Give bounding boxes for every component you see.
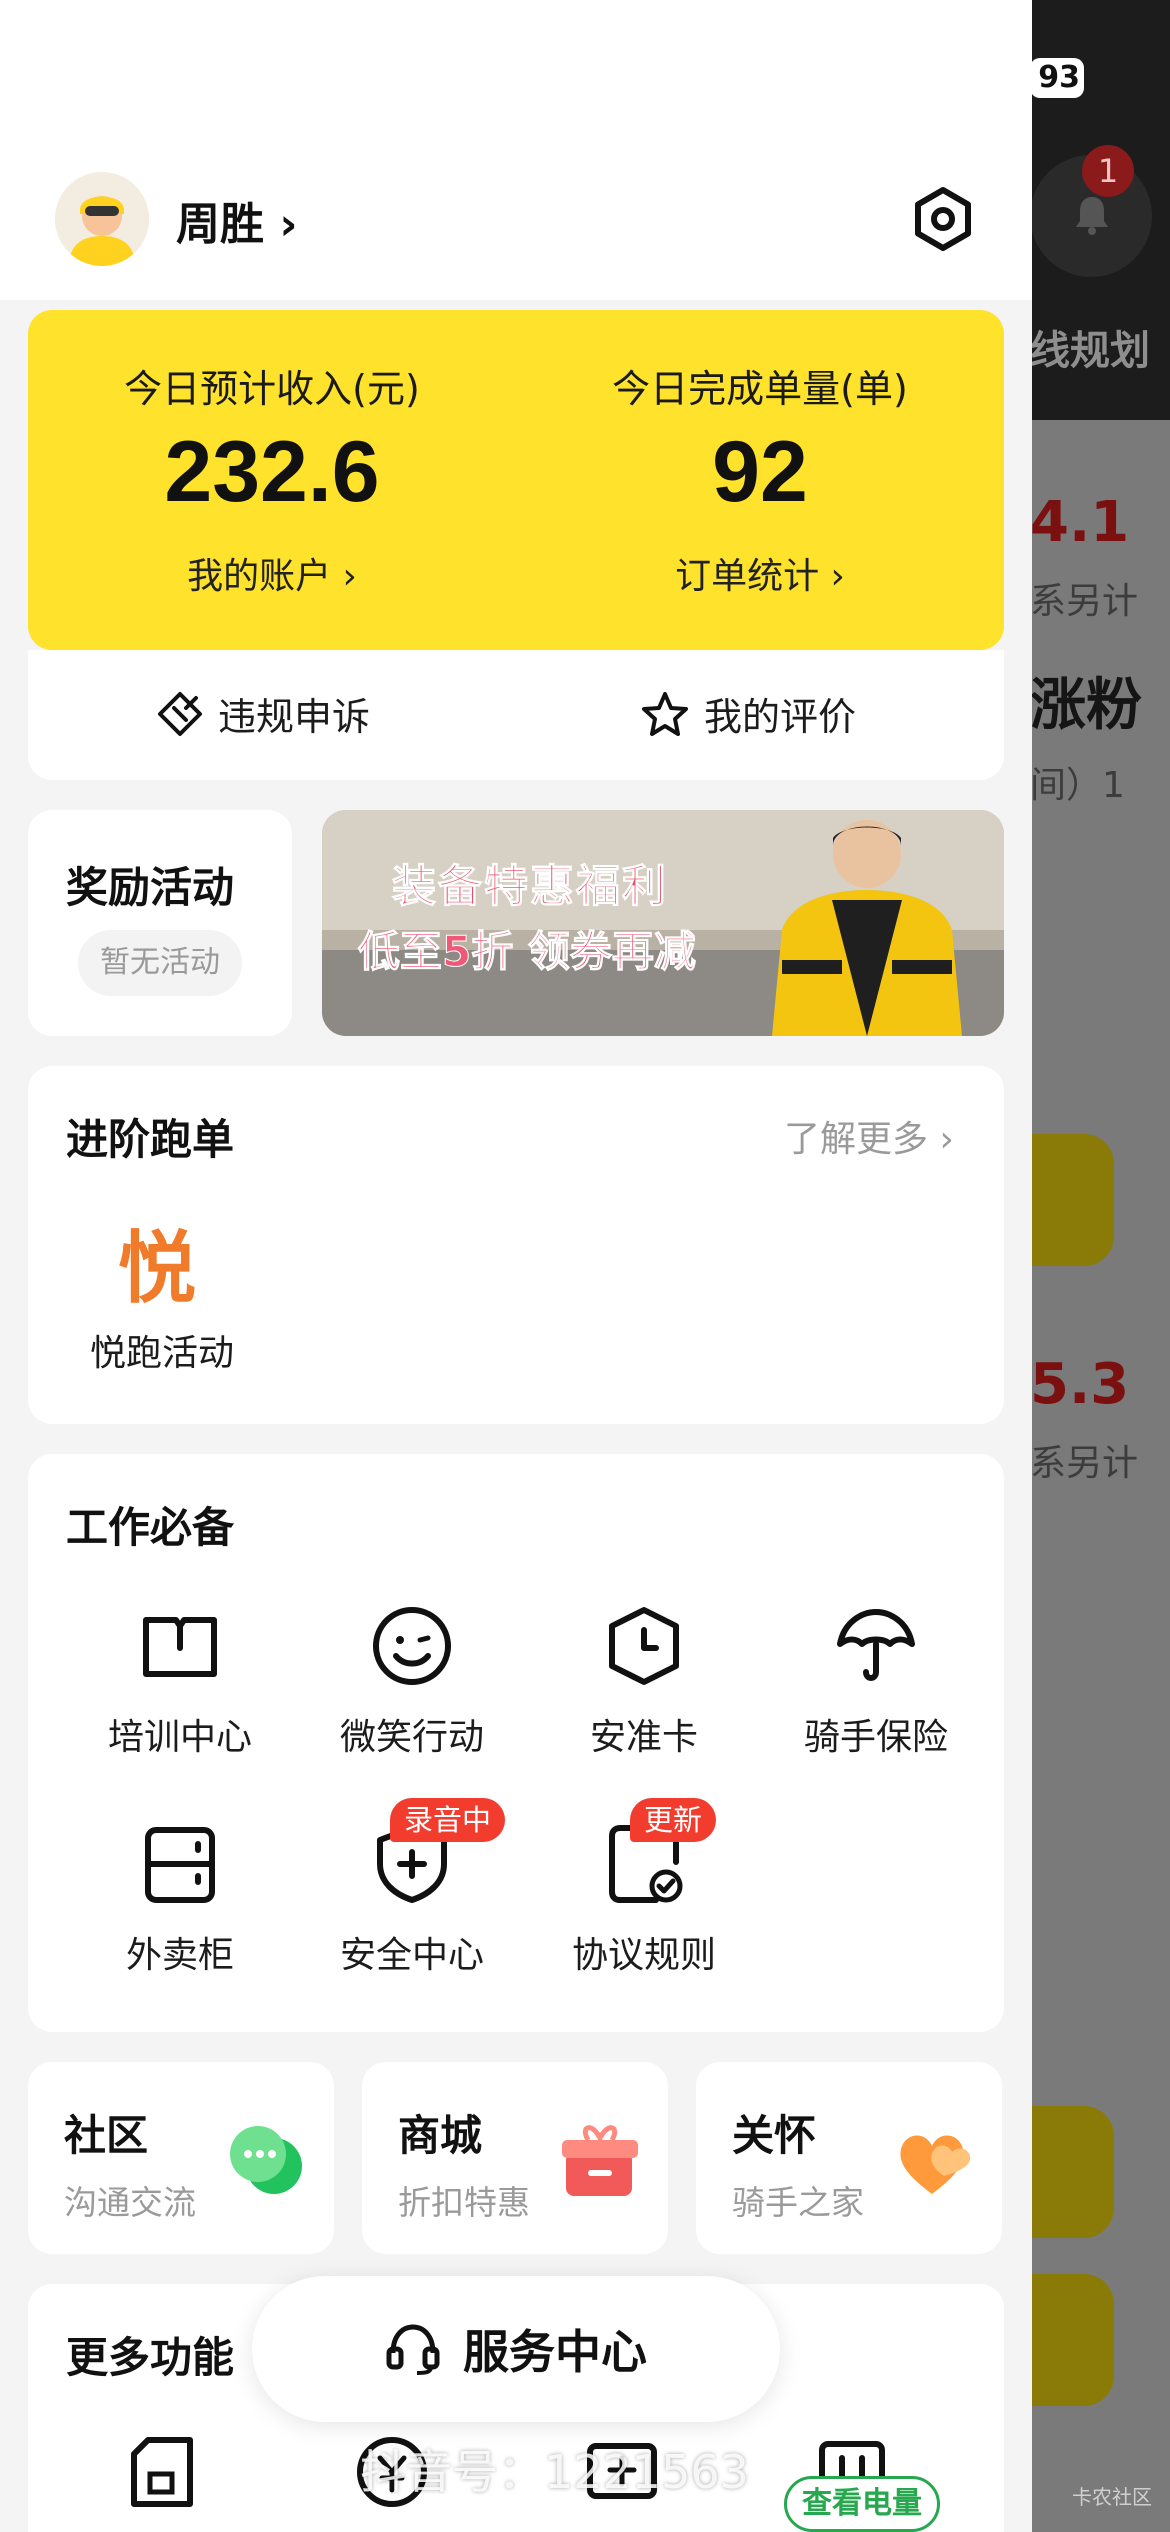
profile-name-link[interactable]: 周胜 › bbox=[176, 188, 297, 252]
bg-value-1: 4.1 bbox=[1030, 490, 1130, 555]
promo-banner[interactable]: 装备特惠福利 低至5折 领券再减 bbox=[322, 810, 1004, 1036]
tool-label: 外卖柜 bbox=[125, 1935, 234, 1976]
locker-button[interactable]: 外卖柜 bbox=[70, 1822, 290, 1978]
tool-label: 安全中心 bbox=[339, 1935, 484, 1976]
bg-value-2: 5.3 bbox=[1030, 1352, 1130, 1417]
reward-status-pill: 暂无活动 bbox=[78, 930, 242, 996]
bg-yellow-button-3 bbox=[1030, 2274, 1114, 2406]
chevron-right-icon: › bbox=[279, 199, 298, 250]
income-value: 232.6 bbox=[164, 424, 380, 520]
corner-watermark: 卡农社区 bbox=[1072, 2485, 1152, 2509]
bg-heading-sub: 间）1 bbox=[1030, 765, 1125, 806]
yue-activity-icon[interactable]: 悦 bbox=[118, 1206, 196, 1318]
gift-icon bbox=[562, 2125, 638, 2196]
yue-activity-label[interactable]: 悦跑活动 bbox=[90, 1324, 234, 1376]
profile-name: 周胜 bbox=[176, 199, 264, 250]
clock-icon bbox=[609, 1607, 679, 1685]
learn-more-link[interactable]: 了解更多 › bbox=[784, 1110, 954, 1162]
advanced-run-card: 进阶跑单 了解更多 › 悦 悦跑活动 bbox=[28, 1066, 1004, 1424]
reward-activity-card[interactable]: 奖励活动 暂无活动 bbox=[28, 810, 292, 1036]
bg-yellow-button-1 bbox=[1030, 1134, 1114, 1266]
work-title: 工作必备 bbox=[66, 1503, 235, 1552]
bg-sub-2: 系另计 bbox=[1030, 1443, 1139, 1484]
community-sub: 沟通交流 bbox=[64, 2183, 196, 2222]
smile-action-button[interactable]: 微笑行动 bbox=[302, 1604, 522, 1760]
my-rating-button[interactable]: 我的评价 bbox=[640, 686, 856, 741]
recording-tag: 录音中 bbox=[390, 1798, 506, 1842]
mall-sub: 折扣特惠 bbox=[398, 2183, 530, 2222]
quick-actions-bar: 违规申诉 我的评价 bbox=[28, 650, 1004, 780]
chat-icon bbox=[230, 2126, 302, 2194]
care-title: 关怀 bbox=[732, 2111, 817, 2160]
route-planning-label: 线规划 bbox=[1030, 328, 1150, 374]
tool-label: 培训中心 bbox=[107, 1717, 252, 1758]
order-statistics-link[interactable]: 订单统计 › bbox=[516, 547, 1004, 599]
work-essentials-card: 工作必备 培训中心 微笑行动 安准卡 骑手保险 外卖柜 安全中心 协议规则 录音… bbox=[28, 1454, 1004, 2032]
background-app: 93 1 线规划 4.1 系另计 涨粉 间）1 5.3 系另计 卡农社区 bbox=[1030, 0, 1170, 2532]
mall-card[interactable]: 商城 折扣特惠 bbox=[362, 2062, 668, 2254]
book-icon bbox=[143, 1617, 217, 1677]
update-tag: 更新 bbox=[630, 1798, 717, 1842]
advanced-title: 进阶跑单 bbox=[66, 1115, 235, 1164]
check-battery-button[interactable]: 查看电量 bbox=[784, 2476, 940, 2532]
reward-title: 奖励活动 bbox=[66, 863, 235, 912]
income-stat: 今日预计收入(元) 232.6 我的账户 › bbox=[28, 310, 516, 599]
my-rating-label: 我的评价 bbox=[704, 695, 857, 739]
tool-label: 安准卡 bbox=[589, 1717, 698, 1758]
star-icon bbox=[642, 691, 688, 736]
care-sub: 骑手之家 bbox=[732, 2183, 864, 2222]
battery-indicator: 93 bbox=[1030, 58, 1084, 98]
headset-icon bbox=[386, 2324, 440, 2375]
notification-badge: 1 bbox=[1082, 145, 1134, 197]
house-doc-icon[interactable] bbox=[124, 2434, 200, 2510]
settings-icon[interactable] bbox=[910, 186, 976, 252]
banner-subline: 低至5折 领券再减 bbox=[358, 927, 697, 977]
rider-model-image bbox=[772, 820, 962, 1036]
mall-title: 商城 bbox=[398, 2111, 483, 2160]
community-title: 社区 bbox=[64, 2111, 149, 2160]
tool-label: 骑手保险 bbox=[803, 1717, 948, 1758]
today-stats-card: 今日预计收入(元) 232.6 我的账户 › 今日完成单量(单) 92 订单统计… bbox=[28, 310, 1004, 650]
orders-value: 92 bbox=[712, 424, 808, 520]
safety-center-button[interactable]: 安全中心 bbox=[302, 1822, 522, 1978]
service-center-button[interactable]: 服务中心 bbox=[252, 2276, 780, 2422]
drawer-header: 周胜 › bbox=[0, 0, 1032, 300]
training-center-button[interactable]: 培训中心 bbox=[70, 1604, 290, 1760]
locker-icon bbox=[145, 1827, 215, 1903]
bg-sub-1: 系另计 bbox=[1030, 581, 1139, 622]
heart-icon bbox=[900, 2135, 971, 2194]
orders-stat: 今日完成单量(单) 92 订单统计 › bbox=[516, 310, 1004, 599]
smile-icon bbox=[373, 1607, 451, 1685]
community-card[interactable]: 社区 沟通交流 bbox=[28, 2062, 334, 2254]
umbrella-icon bbox=[837, 1609, 915, 1681]
more-title: 更多功能 bbox=[66, 2333, 235, 2382]
appeal-button[interactable]: 违规申诉 bbox=[156, 686, 370, 741]
rider-insurance-button[interactable]: 骑手保险 bbox=[766, 1604, 986, 1760]
tool-label: 协议规则 bbox=[571, 1935, 716, 1976]
bg-heading: 涨粉 bbox=[1030, 673, 1142, 738]
care-card[interactable]: 关怀 骑手之家 bbox=[696, 2062, 1002, 2254]
avatar[interactable] bbox=[55, 172, 149, 266]
orders-label: 今日完成单量(单) bbox=[612, 367, 908, 411]
appeal-label: 违规申诉 bbox=[218, 695, 371, 739]
income-label: 今日预计收入(元) bbox=[124, 367, 420, 411]
side-drawer: 周胜 › 今日预计收入(元) 232.6 我的账户 › 今日完成单量(单) 92… bbox=[0, 0, 1032, 2532]
anzhun-card-button[interactable]: 安准卡 bbox=[534, 1604, 754, 1760]
bell-icon bbox=[1076, 197, 1108, 235]
agreement-rules-button[interactable]: 协议规则 bbox=[534, 1822, 754, 1978]
my-account-link[interactable]: 我的账户 › bbox=[28, 547, 516, 599]
tool-label: 微笑行动 bbox=[339, 1717, 484, 1758]
appeal-icon bbox=[158, 691, 202, 736]
watermark: 抖音号：1221563 bbox=[360, 2445, 749, 2499]
banner-headline: 装备特惠福利 bbox=[392, 861, 668, 913]
bg-yellow-button-2 bbox=[1030, 2106, 1114, 2238]
service-center-label: 服务中心 bbox=[463, 2325, 647, 2379]
rider-avatar-icon bbox=[55, 172, 149, 266]
